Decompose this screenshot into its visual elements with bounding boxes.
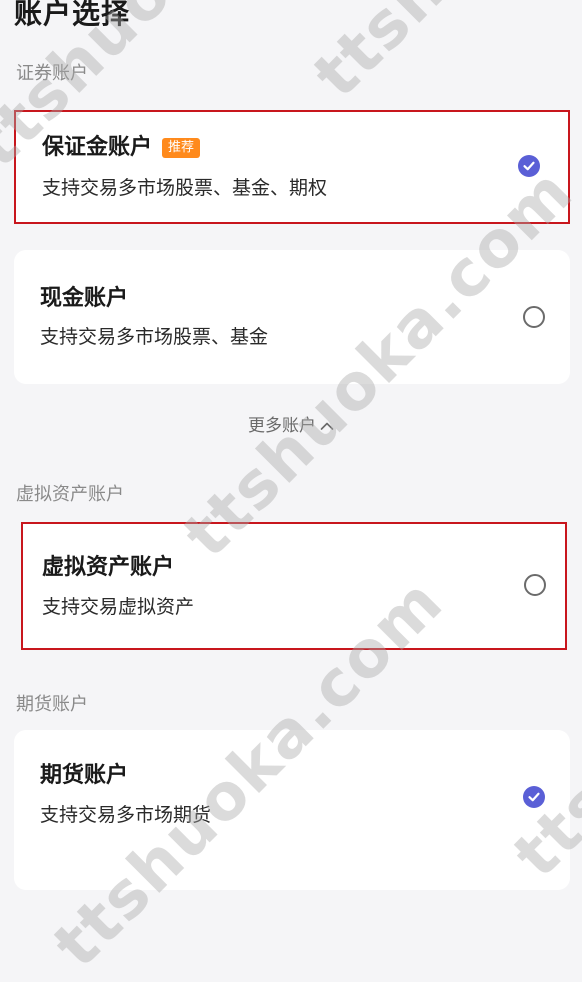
radio-empty-icon[interactable] [523, 306, 545, 328]
check-circle-icon[interactable] [518, 155, 540, 177]
account-title: 现金账户 [40, 286, 129, 311]
recommend-badge: 推荐 [162, 138, 201, 158]
section-label-futures: 期货账户 [16, 694, 88, 715]
section-label-virtual: 虚拟资产账户 [16, 484, 124, 505]
account-desc: 支持交易多市场股票、基金 [40, 326, 269, 348]
account-title: 虚拟资产账户 [42, 555, 175, 580]
account-card-virtual[interactable]: 虚拟资产账户 支持交易虚拟资产 [21, 522, 567, 650]
radio-empty-icon[interactable] [524, 574, 546, 596]
watermark: ttshuoka.com [300, 0, 582, 112]
section-label-securities: 证券账户 [16, 63, 88, 84]
account-title: 保证金账户 [42, 135, 153, 160]
more-accounts-toggle[interactable]: 更多账户 [0, 414, 582, 438]
account-card-futures[interactable]: 期货账户 支持交易多市场期货 [14, 730, 570, 890]
account-desc: 支持交易多市场期货 [40, 804, 212, 826]
account-desc: 支持交易虚拟资产 [42, 596, 195, 618]
account-card-margin[interactable]: 保证金账户 推荐 支持交易多市场股票、基金、期权 [14, 110, 570, 224]
account-title-row: 虚拟资产账户 [42, 554, 174, 582]
account-desc: 支持交易多市场股票、基金、期权 [42, 177, 328, 199]
account-card-cash[interactable]: 现金账户 支持交易多市场股票、基金 [14, 250, 570, 384]
check-circle-icon[interactable] [523, 786, 545, 808]
page-title: 账户选择 [14, 0, 131, 30]
more-accounts-label: 更多账户 [248, 416, 316, 436]
account-title: 期货账户 [40, 763, 129, 788]
account-title-row: 保证金账户 推荐 [42, 134, 201, 162]
account-title-row: 期货账户 [40, 762, 128, 790]
account-title-row: 现金账户 [40, 285, 128, 313]
chevron-up-icon [320, 414, 334, 438]
